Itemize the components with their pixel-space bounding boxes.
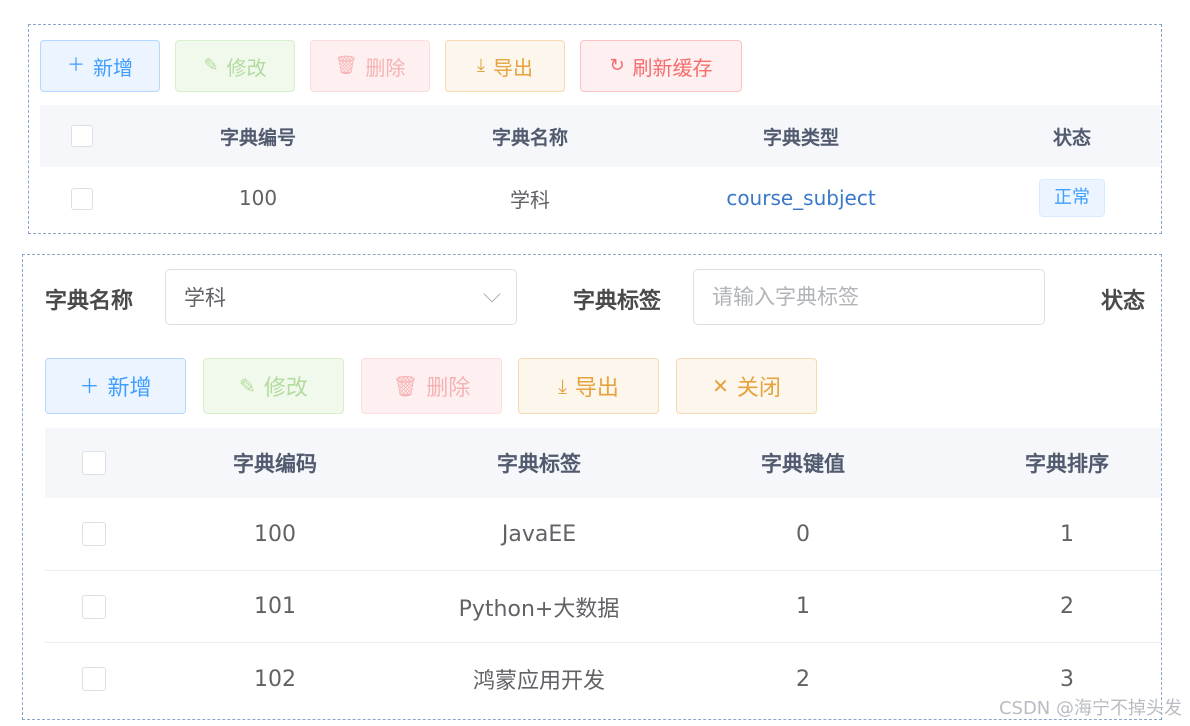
table-row: 100 学科 course_subject 正常	[40, 167, 1160, 229]
dict-type-panel: ＋ 新增 ✎ 修改 🗑 删除 ⤓ 导出 ↻ 刷新缓存 字典编号 字典名称 字典类…	[28, 24, 1162, 234]
table-header: 字典编号 字典名称 字典类型 状态	[40, 105, 1160, 167]
export-button[interactable]: ⤓ 导出	[518, 358, 659, 414]
dict-sort: 1	[1060, 521, 1074, 547]
table-header: 字典编码 字典标签 字典键值 字典排序	[45, 428, 1161, 498]
add-button[interactable]: ＋ 新增	[45, 358, 186, 414]
edit-icon: ✎	[239, 374, 256, 398]
edit-label: 修改	[263, 376, 308, 401]
dict-label-input[interactable]	[712, 285, 1026, 309]
dict-id: 100	[238, 186, 278, 210]
table-row: 100 JavaEE 0 1	[45, 498, 1161, 571]
edit-icon: ✎	[203, 55, 219, 76]
dict-name-value: 学科	[184, 286, 226, 310]
trash-icon: 🗑	[392, 374, 419, 398]
plus-icon: ＋	[67, 55, 85, 76]
dict-code: 102	[254, 666, 296, 692]
column-header: 字典标签	[497, 452, 581, 476]
row-checkbox[interactable]	[82, 522, 106, 546]
download-icon: ⤓	[558, 374, 567, 398]
table-row: 101 Python+大数据 1 2	[45, 571, 1161, 643]
column-header: 字典排序	[1025, 452, 1109, 476]
trash-icon: 🗑	[334, 55, 358, 76]
chevron-down-icon	[483, 285, 501, 303]
add-label: 新增	[93, 55, 133, 80]
status-label: 状态	[1101, 289, 1146, 314]
close-icon: ✕	[712, 374, 729, 398]
row-checkbox[interactable]	[82, 595, 106, 619]
column-header: 状态	[1052, 126, 1092, 149]
edit-button[interactable]: ✎ 修改	[203, 358, 344, 414]
dict-sort: 2	[1060, 594, 1074, 619]
column-header: 字典名称	[491, 126, 569, 149]
download-icon: ⤓	[477, 55, 485, 76]
select-all-checkbox[interactable]	[82, 451, 106, 475]
export-label: 导出	[492, 55, 533, 80]
dict-data-panel: 字典名称 学科 字典标签 状态 ＋ 新增 ✎ 修改 🗑 删除 ⤓ 导出 ✕ 关闭…	[22, 254, 1162, 720]
refresh-icon: ↻	[609, 55, 625, 76]
dict-label-input-wrapper	[693, 269, 1045, 325]
dict-value: 0	[796, 521, 810, 547]
select-all-checkbox[interactable]	[71, 125, 93, 147]
dict-name: 学科	[510, 187, 550, 212]
row-checkbox[interactable]	[71, 188, 93, 210]
dict-code: 101	[254, 594, 296, 619]
delete-label: 删除	[365, 55, 406, 80]
dict-label-label: 字典标签	[573, 289, 662, 314]
refresh-label: 刷新缓存	[632, 55, 713, 80]
dict-sort: 3	[1060, 666, 1074, 692]
dict-name-select[interactable]: 学科	[165, 269, 517, 325]
status-badge: 正常	[1039, 179, 1105, 217]
dict-label: Python+大数据	[458, 596, 620, 622]
column-header: 字典编号	[219, 126, 297, 149]
add-button[interactable]: ＋ 新增	[40, 40, 160, 92]
dict-name-label: 字典名称	[45, 289, 134, 314]
dict-label: JavaEE	[501, 521, 577, 547]
column-header: 字典键值	[761, 452, 845, 476]
plus-icon: ＋	[79, 374, 100, 398]
add-label: 新增	[107, 376, 152, 401]
watermark: CSDN @海宁不掉头发	[998, 698, 1182, 719]
edit-button[interactable]: ✎ 修改	[175, 40, 295, 92]
table-row: 102 鸿蒙应用开发 2 3	[45, 643, 1161, 715]
row-checkbox[interactable]	[82, 667, 106, 691]
dict-code: 100	[254, 521, 296, 547]
delete-label: 删除	[426, 376, 471, 401]
dict-type-link[interactable]: course_subject	[726, 186, 875, 210]
edit-label: 修改	[226, 55, 267, 80]
dict-label: 鸿蒙应用开发	[472, 669, 606, 694]
delete-button[interactable]: 🗑 删除	[310, 40, 430, 92]
dict-value: 1	[796, 594, 810, 619]
export-label: 导出	[574, 376, 619, 401]
column-header: 字典编码	[233, 452, 317, 476]
close-label: 关闭	[736, 376, 781, 401]
refresh-cache-button[interactable]: ↻ 刷新缓存	[580, 40, 742, 92]
column-header: 字典类型	[762, 126, 840, 149]
dict-value: 2	[796, 666, 810, 692]
close-button[interactable]: ✕ 关闭	[676, 358, 817, 414]
export-button[interactable]: ⤓ 导出	[445, 40, 565, 92]
delete-button[interactable]: 🗑 删除	[361, 358, 502, 414]
